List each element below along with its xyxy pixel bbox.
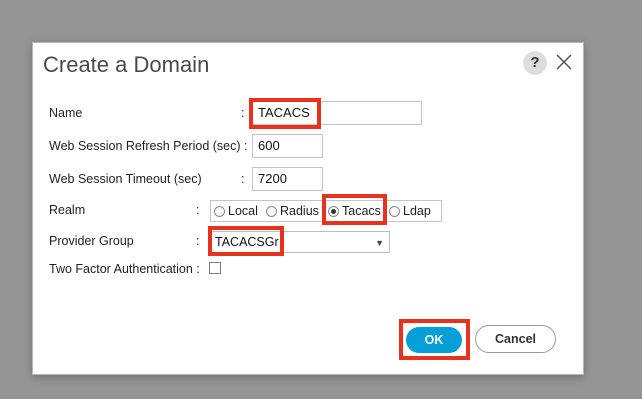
- radio-icon: [389, 205, 400, 217]
- radio-icon: [214, 205, 225, 217]
- refresh-period-input[interactable]: 600: [252, 134, 323, 158]
- create-domain-dialog: Create a Domain ? Name : TACACS Web Sess…: [32, 42, 584, 375]
- provider-group-colon: :: [196, 234, 200, 248]
- realm-option-local[interactable]: Local: [214, 203, 258, 219]
- radio-icon: [266, 205, 277, 217]
- refresh-period-label: Web Session Refresh Period (sec) :: [49, 139, 248, 153]
- realm-option-radius[interactable]: Radius: [266, 203, 319, 219]
- realm-option-label: Ldap: [403, 204, 431, 218]
- cancel-button[interactable]: Cancel: [475, 325, 556, 353]
- close-icon[interactable]: [553, 51, 575, 73]
- provider-group-label: Provider Group: [49, 234, 134, 248]
- realm-option-ldap[interactable]: Ldap: [389, 203, 431, 219]
- ok-highlight: [399, 319, 470, 360]
- name-colon: :: [241, 106, 245, 120]
- dialog-title: Create a Domain: [43, 52, 210, 77]
- session-timeout-colon: :: [241, 172, 245, 186]
- realm-label: Realm: [49, 203, 86, 217]
- name-label: Name: [49, 106, 83, 120]
- realm-colon: :: [196, 203, 200, 217]
- session-timeout-input[interactable]: 7200: [252, 167, 323, 191]
- realm-option-label: Local: [228, 204, 258, 218]
- tacacs-highlight: [322, 194, 387, 225]
- session-timeout-label: Web Session Timeout (sec): [49, 172, 202, 186]
- chevron-down-icon: ▼: [375, 238, 384, 248]
- realm-option-label: Radius: [280, 204, 319, 218]
- help-button[interactable]: ?: [523, 51, 547, 75]
- name-highlight: [249, 98, 321, 129]
- two-factor-checkbox[interactable]: [209, 262, 221, 274]
- provider-group-highlight: [208, 226, 284, 256]
- two-factor-label: Two Factor Authentication :: [49, 262, 200, 276]
